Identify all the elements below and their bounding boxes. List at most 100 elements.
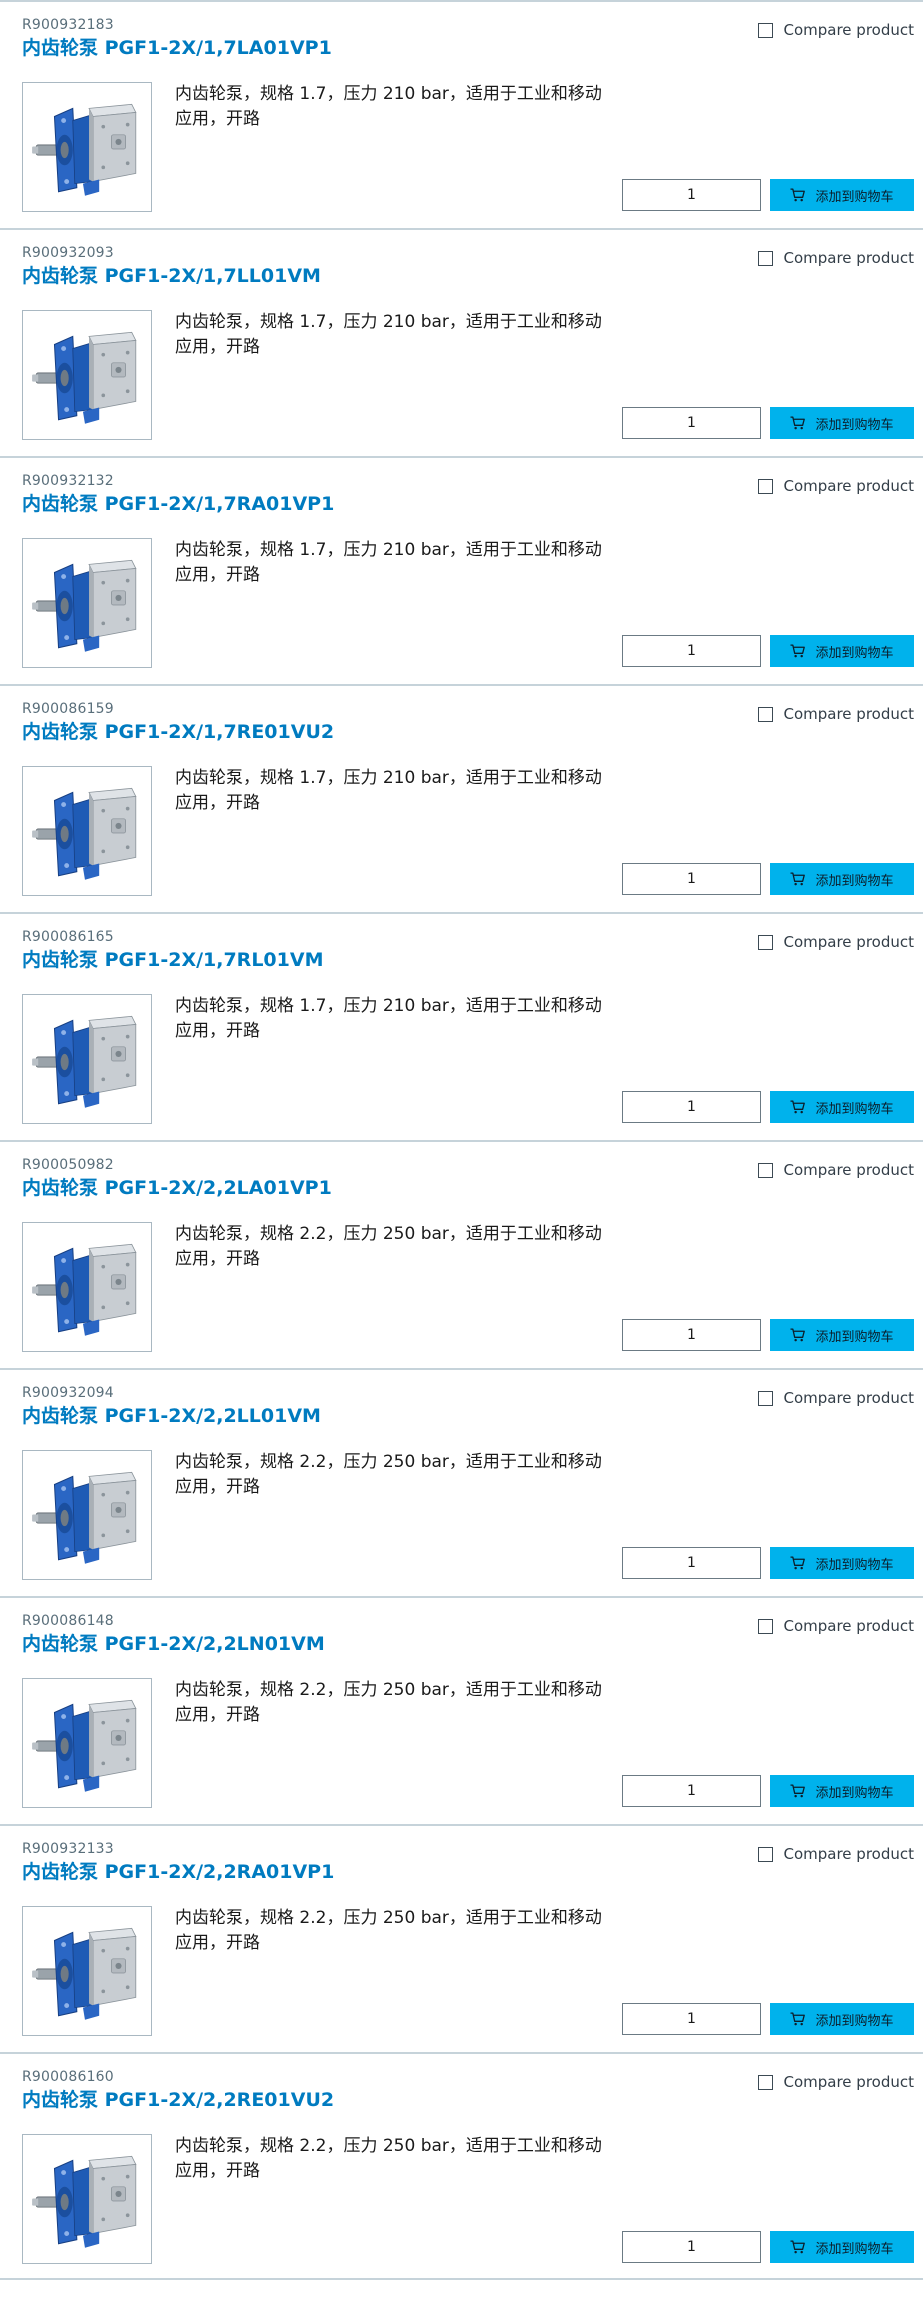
add-to-cart-button[interactable]: 添加到购物车	[770, 1547, 914, 1579]
checkbox-icon[interactable]	[758, 1618, 774, 1634]
product-card: R900932094 内齿轮泵 PGF1-2X/2,2LL01VM Compar…	[0, 1368, 923, 1596]
product-title-link[interactable]: 内齿轮泵 PGF1-2X/2,2LN01VM	[22, 1632, 325, 1656]
compare-product-checkbox[interactable]: Compare product	[758, 1617, 914, 1635]
product-title-link[interactable]: 内齿轮泵 PGF1-2X/2,2LA01VP1	[22, 1176, 332, 1200]
compare-product-checkbox[interactable]: Compare product	[758, 705, 914, 723]
product-image[interactable]	[22, 1450, 152, 1580]
part-number: R900932132	[22, 473, 114, 489]
product-card-body: R900932093 内齿轮泵 PGF1-2X/1,7LL01VM Compar…	[7, 230, 914, 456]
compare-product-checkbox[interactable]: Compare product	[758, 249, 914, 267]
product-card: R900086160 内齿轮泵 PGF1-2X/2,2RE01VU2 Compa…	[0, 2052, 923, 2280]
shopping-cart-icon	[790, 1784, 806, 1798]
gear-pump-image	[32, 559, 137, 652]
checkbox-icon[interactable]	[758, 250, 774, 266]
compare-product-label: Compare product	[783, 477, 914, 495]
product-card: R900932093 内齿轮泵 PGF1-2X/1,7LL01VM Compar…	[0, 228, 923, 456]
checkbox-icon[interactable]	[758, 706, 774, 722]
product-description: 内齿轮泵，规格 2.2，压力 250 bar，适用于工业和移动应用，开路	[175, 1224, 602, 1269]
add-to-cart-label: 添加到购物车	[815, 1557, 894, 1573]
gear-pump-image	[32, 103, 137, 196]
add-to-cart-label: 添加到购物车	[815, 417, 894, 433]
quantity-input[interactable]	[622, 179, 761, 211]
compare-product-checkbox[interactable]: Compare product	[758, 2073, 914, 2091]
checkbox-icon[interactable]	[758, 478, 774, 494]
product-description: 内齿轮泵，规格 1.7，压力 210 bar，适用于工业和移动应用，开路	[175, 312, 602, 357]
product-title-link[interactable]: 内齿轮泵 PGF1-2X/2,2RA01VP1	[22, 1860, 334, 1884]
quantity-input[interactable]	[622, 635, 761, 667]
product-title-link[interactable]: 内齿轮泵 PGF1-2X/2,2RE01VU2	[22, 2088, 334, 2112]
product-title-link[interactable]: 内齿轮泵 PGF1-2X/1,7LL01VM	[22, 264, 321, 288]
product-description: 内齿轮泵，规格 2.2，压力 250 bar，适用于工业和移动应用，开路	[175, 1680, 602, 1725]
product-image[interactable]	[22, 766, 152, 896]
product-card-body: R900050982 内齿轮泵 PGF1-2X/2,2LA01VP1 Compa…	[7, 1142, 914, 1368]
add-to-cart-label: 添加到购物车	[815, 873, 894, 889]
add-to-cart-button[interactable]: 添加到购物车	[770, 179, 914, 211]
add-to-cart-button[interactable]: 添加到购物车	[770, 1775, 914, 1807]
compare-product-label: Compare product	[783, 249, 914, 267]
shopping-cart-icon	[790, 2240, 806, 2254]
product-title-link[interactable]: 内齿轮泵 PGF1-2X/1,7RA01VP1	[22, 492, 334, 516]
gear-pump-image	[32, 787, 137, 880]
quantity-input[interactable]	[622, 1319, 761, 1351]
product-card: R900050982 内齿轮泵 PGF1-2X/2,2LA01VP1 Compa…	[0, 1140, 923, 1368]
product-image[interactable]	[22, 1222, 152, 1352]
product-image[interactable]	[22, 1906, 152, 2036]
add-to-cart-button[interactable]: 添加到购物车	[770, 407, 914, 439]
quantity-input[interactable]	[622, 1775, 761, 1807]
quantity-input[interactable]	[622, 2231, 761, 2263]
product-image[interactable]	[22, 994, 152, 1124]
compare-product-checkbox[interactable]: Compare product	[758, 1389, 914, 1407]
add-to-cart-label: 添加到购物车	[815, 1101, 894, 1117]
product-card: R900932132 内齿轮泵 PGF1-2X/1,7RA01VP1 Compa…	[0, 456, 923, 684]
product-card-body: R900086165 内齿轮泵 PGF1-2X/1,7RL01VM Compar…	[7, 914, 914, 1140]
compare-product-checkbox[interactable]: Compare product	[758, 1845, 914, 1863]
product-image[interactable]	[22, 310, 152, 440]
product-card-body: R900932094 内齿轮泵 PGF1-2X/2,2LL01VM Compar…	[7, 1370, 914, 1596]
checkbox-icon[interactable]	[758, 2074, 774, 2090]
product-card-body: R900932183 内齿轮泵 PGF1-2X/1,7LA01VP1 Compa…	[7, 2, 914, 228]
product-title-link[interactable]: 内齿轮泵 PGF1-2X/1,7LA01VP1	[22, 36, 332, 60]
checkbox-icon[interactable]	[758, 1846, 774, 1862]
product-title-link[interactable]: 内齿轮泵 PGF1-2X/1,7RE01VU2	[22, 720, 334, 744]
shopping-cart-icon	[790, 1328, 806, 1342]
quantity-input[interactable]	[622, 2003, 761, 2035]
add-to-cart-label: 添加到购物车	[815, 1785, 894, 1801]
part-number: R900086165	[22, 929, 114, 945]
product-title-link[interactable]: 内齿轮泵 PGF1-2X/1,7RL01VM	[22, 948, 323, 972]
product-description: 内齿轮泵，规格 2.2，压力 250 bar，适用于工业和移动应用，开路	[175, 1908, 602, 1953]
compare-product-checkbox[interactable]: Compare product	[758, 477, 914, 495]
part-number: R900050982	[22, 1157, 114, 1173]
quantity-input[interactable]	[622, 863, 761, 895]
checkbox-icon[interactable]	[758, 934, 774, 950]
add-to-cart-button[interactable]: 添加到购物车	[770, 2003, 914, 2035]
compare-product-label: Compare product	[783, 1161, 914, 1179]
add-to-cart-button[interactable]: 添加到购物车	[770, 863, 914, 895]
product-card-body: R900932133 内齿轮泵 PGF1-2X/2,2RA01VP1 Compa…	[7, 1826, 914, 2052]
add-to-cart-button[interactable]: 添加到购物车	[770, 1319, 914, 1351]
checkbox-icon[interactable]	[758, 22, 774, 38]
add-to-cart-button[interactable]: 添加到购物车	[770, 2231, 914, 2263]
product-card: R900086148 内齿轮泵 PGF1-2X/2,2LN01VM Compar…	[0, 1596, 923, 1824]
add-to-cart-button[interactable]: 添加到购物车	[770, 1091, 914, 1123]
checkbox-icon[interactable]	[758, 1162, 774, 1178]
product-image[interactable]	[22, 1678, 152, 1808]
product-description: 内齿轮泵，规格 2.2，压力 250 bar，适用于工业和移动应用，开路	[175, 1452, 602, 1497]
add-to-cart-button[interactable]: 添加到购物车	[770, 635, 914, 667]
product-image[interactable]	[22, 2134, 152, 2264]
compare-product-checkbox[interactable]: Compare product	[758, 933, 914, 951]
quantity-input[interactable]	[622, 407, 761, 439]
shopping-cart-icon	[790, 188, 806, 202]
part-number: R900932093	[22, 245, 114, 261]
quantity-input[interactable]	[622, 1547, 761, 1579]
part-number: R900086160	[22, 2069, 114, 2085]
quantity-input[interactable]	[622, 1091, 761, 1123]
product-description: 内齿轮泵，规格 2.2，压力 250 bar，适用于工业和移动应用，开路	[175, 2136, 602, 2181]
compare-product-label: Compare product	[783, 2073, 914, 2091]
checkbox-icon[interactable]	[758, 1390, 774, 1406]
product-image[interactable]	[22, 538, 152, 668]
product-title-link[interactable]: 内齿轮泵 PGF1-2X/2,2LL01VM	[22, 1404, 321, 1428]
compare-product-checkbox[interactable]: Compare product	[758, 21, 914, 39]
product-image[interactable]	[22, 82, 152, 212]
compare-product-checkbox[interactable]: Compare product	[758, 1161, 914, 1179]
part-number: R900086159	[22, 701, 114, 717]
